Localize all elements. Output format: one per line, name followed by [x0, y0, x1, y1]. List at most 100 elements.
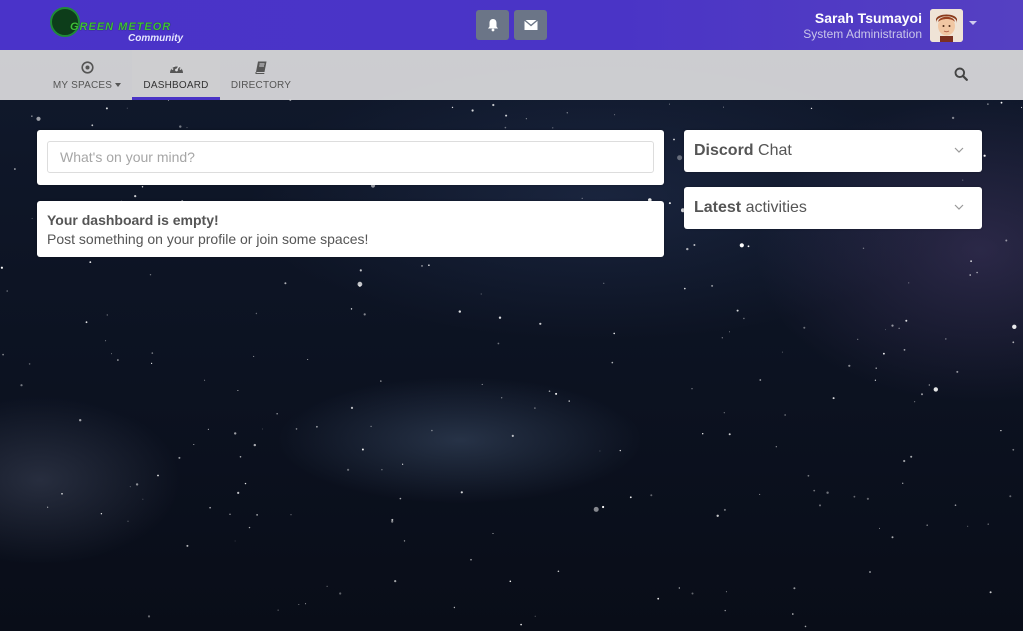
star — [793, 587, 796, 590]
star — [614, 114, 616, 116]
star — [875, 367, 877, 369]
post-input[interactable] — [47, 141, 654, 173]
star — [848, 364, 851, 367]
star — [716, 514, 719, 517]
star — [926, 524, 928, 526]
search-button[interactable] — [954, 67, 968, 86]
star — [983, 154, 986, 157]
widget-title-bold: Latest — [694, 199, 742, 216]
star — [350, 308, 353, 310]
widget-title-bold: Discord — [694, 142, 754, 159]
star — [534, 615, 536, 617]
star — [470, 558, 472, 561]
star — [100, 513, 103, 515]
star — [89, 261, 92, 263]
star — [555, 392, 558, 395]
notifications-button[interactable] — [476, 10, 509, 40]
star — [47, 506, 49, 508]
star — [869, 571, 871, 573]
star — [548, 390, 551, 393]
star — [962, 179, 964, 181]
star — [134, 195, 137, 198]
star — [593, 506, 599, 512]
nav-item-dashboard[interactable]: DASHBOARD — [132, 50, 220, 100]
avatar[interactable] — [930, 9, 963, 42]
discord-chat-title: Discord Chat — [694, 142, 792, 160]
star — [421, 265, 423, 267]
star — [1000, 430, 1002, 432]
chevron-down-icon[interactable] — [954, 204, 964, 211]
caret-down-icon — [115, 82, 122, 87]
user-name[interactable]: Sarah Tsumayoi — [815, 10, 922, 26]
star — [0, 266, 3, 269]
nav-item-my-spaces[interactable]: MY SPACES — [46, 50, 128, 100]
star — [747, 245, 750, 248]
star — [702, 433, 704, 435]
star — [492, 533, 494, 534]
site-logo[interactable]: GREEN METEOR Community — [48, 5, 198, 45]
star — [6, 290, 8, 292]
book-icon — [255, 60, 267, 76]
star — [14, 168, 16, 170]
star — [910, 455, 913, 458]
star — [678, 587, 680, 589]
latest-activities-title: Latest activities — [694, 199, 807, 217]
star — [759, 379, 762, 381]
star — [1012, 324, 1017, 329]
star — [568, 400, 570, 402]
star — [693, 244, 696, 246]
star — [673, 138, 675, 141]
star — [403, 540, 406, 542]
nav-item-directory[interactable]: DIRECTORY — [224, 50, 298, 100]
star — [650, 494, 653, 497]
star — [874, 379, 877, 381]
star — [307, 359, 309, 360]
star — [1000, 101, 1003, 104]
star — [451, 106, 454, 109]
star — [976, 271, 978, 274]
star — [237, 491, 240, 494]
star — [151, 362, 153, 364]
star — [885, 329, 886, 331]
star — [557, 570, 560, 573]
user-menu-caret-icon[interactable] — [969, 21, 977, 25]
discord-chat-widget[interactable]: Discord Chat — [684, 130, 982, 172]
star — [357, 281, 363, 287]
star — [967, 525, 969, 527]
star — [253, 443, 256, 447]
star — [739, 243, 744, 248]
star — [298, 604, 300, 605]
star — [566, 112, 568, 114]
nav-label-directory: DIRECTORY — [230, 79, 292, 91]
star — [511, 434, 514, 437]
star — [903, 349, 906, 351]
star — [784, 414, 786, 416]
star — [954, 504, 957, 507]
star — [361, 448, 364, 451]
star — [402, 463, 404, 465]
star — [721, 337, 723, 339]
star — [326, 585, 328, 587]
star — [891, 324, 894, 327]
star — [724, 609, 726, 612]
star — [193, 444, 195, 445]
star — [305, 603, 307, 605]
star — [908, 282, 910, 284]
star — [28, 363, 31, 365]
star — [883, 352, 885, 355]
star — [61, 493, 63, 495]
star — [126, 107, 128, 109]
star — [204, 379, 206, 381]
chevron-down-icon[interactable] — [954, 147, 964, 154]
star — [380, 380, 382, 382]
latest-activities-widget[interactable]: Latest activities — [684, 187, 982, 229]
star — [256, 514, 258, 516]
star — [129, 486, 131, 488]
star — [891, 536, 894, 539]
messages-button[interactable] — [514, 10, 547, 40]
star — [167, 100, 169, 101]
star — [951, 116, 955, 120]
star — [921, 393, 923, 396]
star — [539, 322, 542, 325]
star — [381, 469, 383, 471]
